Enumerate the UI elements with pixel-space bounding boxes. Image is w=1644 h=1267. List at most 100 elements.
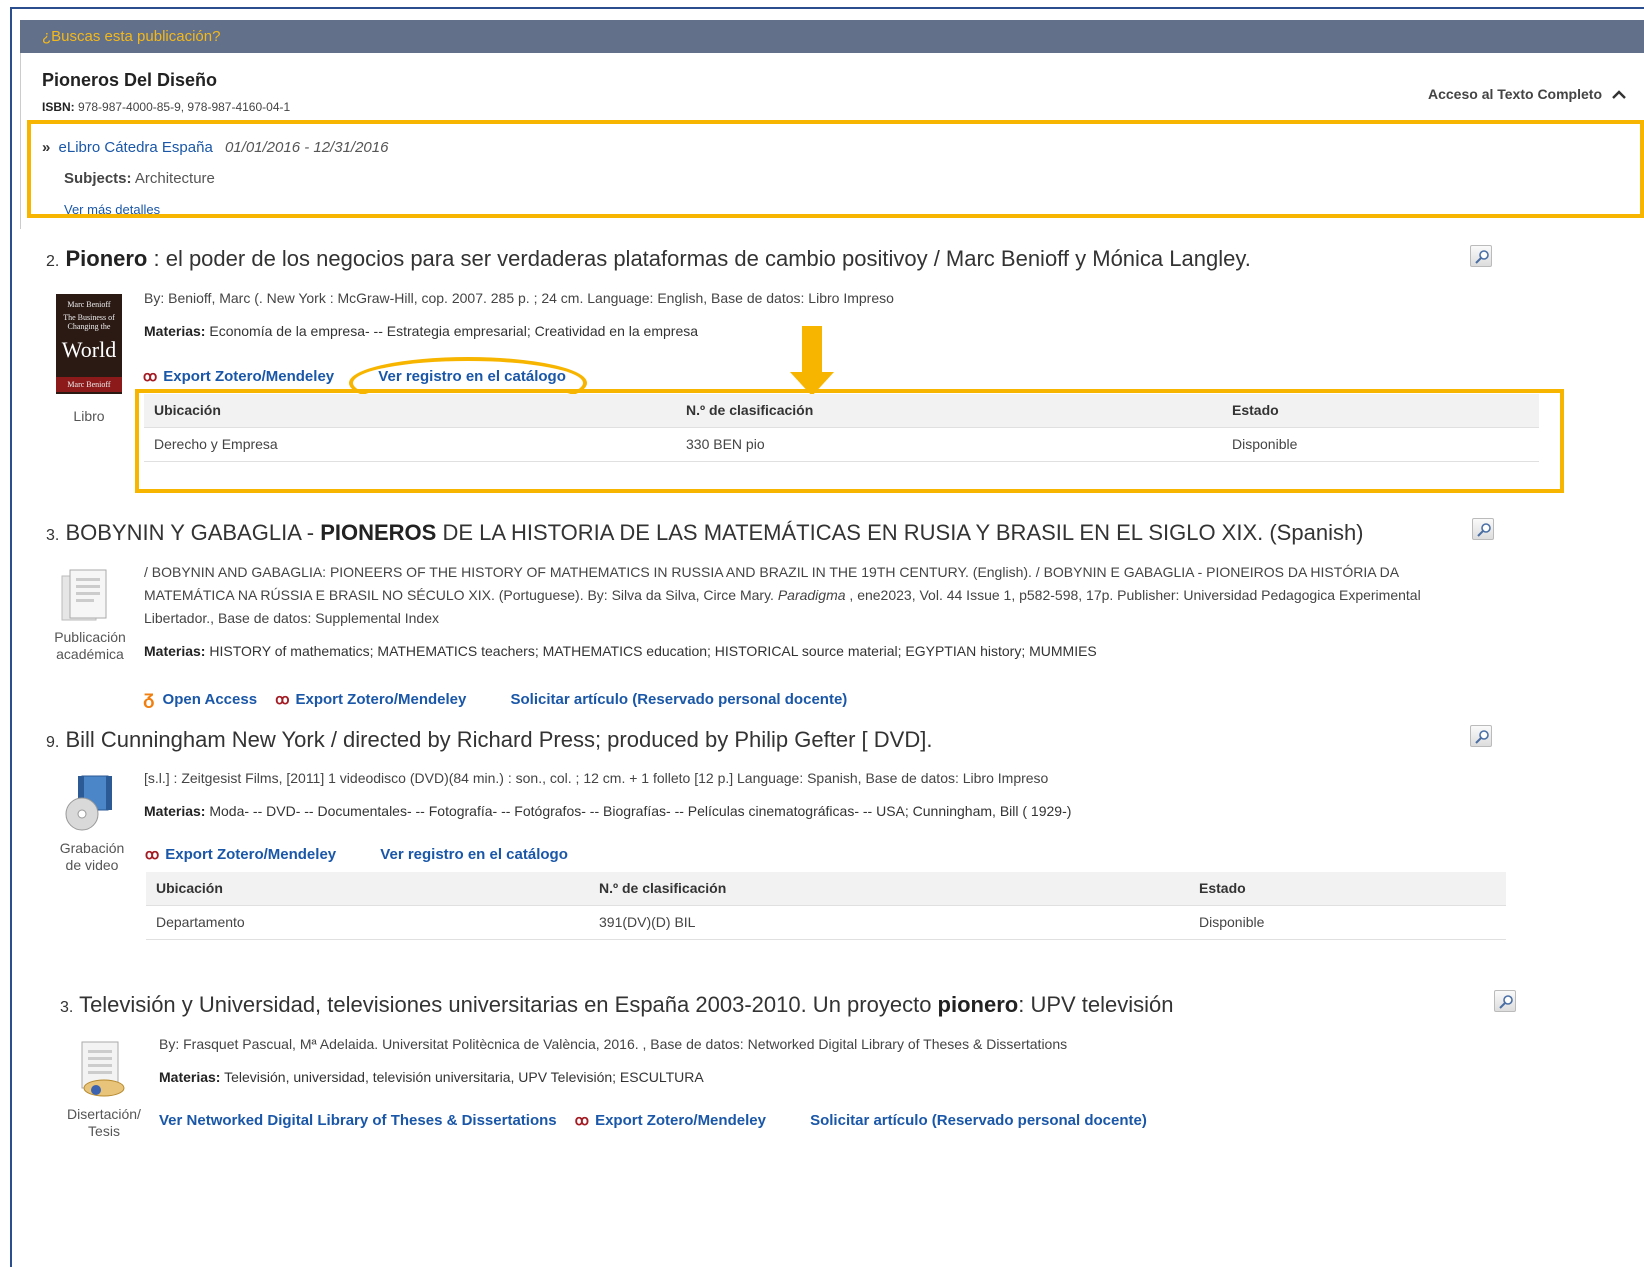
video-icon[interactable] xyxy=(62,774,116,838)
result-subjects: Materias: Moda- -- DVD- -- Documentales-… xyxy=(144,803,1071,819)
header-call-number: N.º de clasificación xyxy=(676,394,1222,428)
meta-line-2a: MATEMÁTICA NA RÚSSIA E BRASIL NO SÉCULO … xyxy=(144,587,778,603)
result-title-pre: Televisión y Universidad, televisiones u… xyxy=(79,992,938,1017)
subjects-line: Subjects: Architecture xyxy=(64,170,215,187)
header-location: Ubicación xyxy=(144,394,676,428)
access-label: Acceso al Texto Completo xyxy=(1428,86,1603,102)
header-status: Estado xyxy=(1189,872,1506,906)
provider-link[interactable]: eLibro Cátedra España xyxy=(59,139,213,156)
materias-label: Materias: xyxy=(159,1069,221,1085)
catalog-record-link[interactable]: Ver registro en el catálogo xyxy=(380,846,568,863)
materias-value: Moda- -- DVD- -- Documentales- -- Fotogr… xyxy=(209,803,1072,819)
result-actions: Ver Networked Digital Library of Theses … xyxy=(159,1112,1187,1129)
result-number: 3. xyxy=(46,527,60,544)
double-chevron-icon: » xyxy=(42,139,51,156)
journal-name: Paradigma xyxy=(777,587,846,603)
export-label: Export Zotero/Mendeley xyxy=(165,846,337,863)
cell-location: Departamento xyxy=(146,905,589,940)
result-meta: / BOBYNIN AND GABAGLIA: PIONEERS OF THE … xyxy=(144,561,1494,630)
materias-value: HISTORY of mathematics; MATHEMATICS teac… xyxy=(209,643,1097,659)
open-access-label: Open Access xyxy=(162,691,258,708)
result-title[interactable]: 9. Bill Cunningham New York / directed b… xyxy=(46,727,932,753)
export-label: Export Zotero/Mendeley xyxy=(163,368,335,385)
table-row: Departamento 391(DV)(D) BIL Disponible xyxy=(146,905,1506,940)
cover-author: Marc Benioff xyxy=(56,377,122,392)
result-title[interactable]: 3. Televisión y Universidad, televisione… xyxy=(60,992,1174,1018)
mendeley-icon: ꝏ xyxy=(145,846,159,862)
isbn-label: ISBN: xyxy=(42,100,75,114)
document-icon[interactable] xyxy=(58,568,114,630)
result-subjects: Materias: Televisión, universidad, telev… xyxy=(159,1069,704,1085)
result-subjects: Materias: Economía de la empresa- -- Est… xyxy=(144,323,698,339)
isbn-value: 978-987-4000-85-9, 978-987-4160-04-1 xyxy=(78,100,291,114)
result-title-bold: pionero xyxy=(937,992,1019,1017)
result-number: 9. xyxy=(46,734,60,751)
cell-status: Disponible xyxy=(1222,427,1539,462)
type-line-1: Grabación xyxy=(59,840,125,856)
zoom-icon[interactable] xyxy=(1494,990,1516,1012)
mendeley-icon: ꝏ xyxy=(275,691,289,707)
provider-highlight-box xyxy=(27,120,1644,218)
book-cover[interactable]: Marc Benioff The Business of Changing th… xyxy=(56,294,122,394)
thesis-icon[interactable] xyxy=(74,1040,128,1106)
open-access-link[interactable]: ᵹ Open Access xyxy=(143,688,261,709)
export-zotero-button[interactable]: ꝏ Export Zotero/Mendeley xyxy=(275,691,470,708)
type-line-2: de video xyxy=(65,857,119,873)
meta-line-2: MATEMÁTICA NA RÚSSIA E BRASIL NO SÉCULO … xyxy=(144,584,1494,607)
ndltd-link[interactable]: Ver Networked Digital Library of Theses … xyxy=(159,1112,557,1129)
materias-label: Materias: xyxy=(144,643,206,659)
publication-finder-banner: ¿Buscas esta publicación? xyxy=(20,20,1644,53)
cell-location: Derecho y Empresa xyxy=(144,427,676,462)
export-zotero-button[interactable]: ꝏ Export Zotero/Mendeley xyxy=(143,368,338,385)
request-article-link[interactable]: Solicitar artículo (Reservado personal d… xyxy=(810,1112,1147,1129)
result-number: 3. xyxy=(60,999,74,1016)
full-text-access-toggle[interactable]: Acceso al Texto Completo xyxy=(1428,86,1626,102)
provider-row: » eLibro Cátedra España 01/01/2016 - 12/… xyxy=(42,139,388,156)
export-label: Export Zotero/Mendeley xyxy=(295,691,467,708)
zoom-icon[interactable] xyxy=(1470,725,1492,747)
chevron-up-icon xyxy=(1612,86,1626,102)
subjects-value: Architecture xyxy=(134,170,215,187)
result-actions: ꝏ Export Zotero/Mendeley Ver registro en … xyxy=(145,846,608,863)
export-zotero-button[interactable]: ꝏ Export Zotero/Mendeley xyxy=(575,1112,770,1129)
export-zotero-button[interactable]: ꝏ Export Zotero/Mendeley xyxy=(145,846,340,863)
meta-line-3: Libertador., Base de datos: Supplemental… xyxy=(144,610,439,626)
header-call-number: N.º de clasificación xyxy=(589,872,1189,906)
cell-status: Disponible xyxy=(1189,905,1506,940)
banner-text: ¿Buscas esta publicación? xyxy=(42,28,221,45)
type-line-2: académica xyxy=(56,646,124,662)
publication-title[interactable]: Pioneros Del Diseño xyxy=(42,70,217,91)
result-actions: ᵹ Open Access ꝏ Export Zotero/Mendeley Sol… xyxy=(143,688,887,710)
zoom-icon[interactable] xyxy=(1472,518,1494,540)
open-access-icon: ᵹ xyxy=(143,688,155,709)
cell-call-number: 391(DV)(D) BIL xyxy=(589,905,1189,940)
cover-line2: Changing the xyxy=(67,322,111,331)
result-type-label: Disertación/ Tesis xyxy=(60,1106,148,1140)
result-title-rest: : el poder de los negocios para ser verd… xyxy=(147,246,1251,271)
mendeley-icon: ꝏ xyxy=(143,368,157,384)
zoom-icon[interactable] xyxy=(1470,245,1492,267)
materias-label: Materias: xyxy=(144,323,206,339)
result-meta: By: Benioff, Marc (. New York : McGraw-H… xyxy=(144,290,894,306)
materias-value: Economía de la empresa- -- Estrategia em… xyxy=(209,323,699,339)
more-details-link[interactable]: Ver más detalles xyxy=(64,202,160,217)
holdings-table: Ubicación N.º de clasificación Estado De… xyxy=(144,394,1539,462)
provider-dates: 01/01/2016 - 12/31/2016 xyxy=(224,139,389,156)
materias-value: Televisión, universidad, televisión univ… xyxy=(224,1069,704,1085)
result-title[interactable]: 3. BOBYNIN Y GABAGLIA - PIONEROS DE LA H… xyxy=(46,520,1364,546)
isbn-line: ISBN: 978-987-4000-85-9, 978-987-4160-04… xyxy=(42,100,290,114)
holdings-table: Ubicación N.º de clasificación Estado De… xyxy=(146,872,1506,940)
result-type-label: Publicación académica xyxy=(48,629,132,663)
type-line-2: Tesis xyxy=(88,1123,120,1139)
type-line-1: Disertación/ xyxy=(67,1106,141,1122)
result-title-rest: : UPV televisión xyxy=(1018,992,1174,1017)
result-type-label: Grabación de video xyxy=(52,840,132,874)
request-article-link[interactable]: Solicitar artículo (Reservado personal d… xyxy=(511,691,848,708)
mendeley-icon: ꝏ xyxy=(574,1112,589,1128)
table-row: Derecho y Empresa 330 BEN pio Disponible xyxy=(144,427,1539,462)
header-location: Ubicación xyxy=(146,872,589,906)
holdings-header-row: Ubicación N.º de clasificación Estado xyxy=(146,872,1506,906)
result-title-bold: Pionero xyxy=(65,246,148,271)
holdings-header-row: Ubicación N.º de clasificación Estado xyxy=(144,394,1539,428)
result-title[interactable]: 2. Pionero : el poder de los negocios pa… xyxy=(46,246,1251,272)
